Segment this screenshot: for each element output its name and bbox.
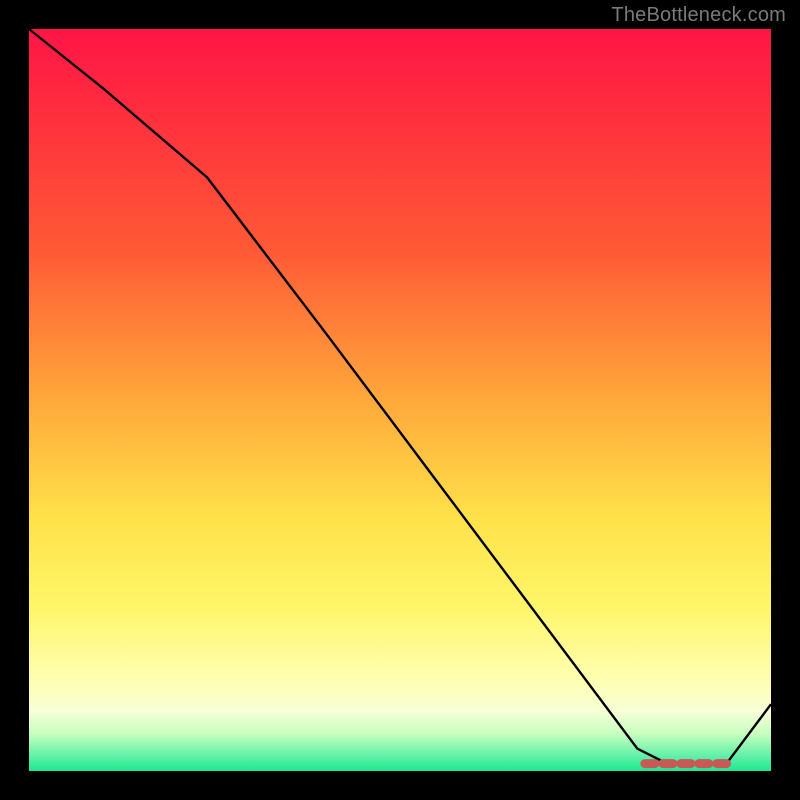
chart-overlay	[29, 29, 771, 771]
bottleneck-curve	[29, 29, 771, 764]
attribution-label: TheBottleneck.com	[611, 4, 786, 27]
chart-frame: TheBottleneck.com	[0, 0, 800, 800]
